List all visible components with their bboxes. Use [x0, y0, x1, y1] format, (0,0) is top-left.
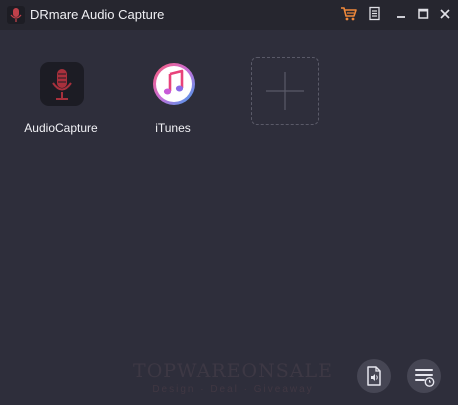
- maximize-icon[interactable]: [414, 5, 432, 23]
- task-list-button[interactable]: [407, 359, 441, 393]
- task-list-icon: [415, 369, 435, 387]
- title-bar: DRmare Audio Capture: [0, 0, 458, 30]
- app-label: iTunes: [155, 121, 191, 135]
- audio-file-button[interactable]: [357, 359, 391, 393]
- app-logo-icon: [7, 6, 25, 24]
- menu-icon[interactable]: [366, 5, 384, 23]
- window-title: DRmare Audio Capture: [30, 7, 165, 22]
- plus-icon: [266, 72, 304, 110]
- minimize-icon[interactable]: [392, 5, 410, 23]
- watermark: TOPWAREONSALE: [133, 360, 333, 382]
- cart-icon[interactable]: [340, 5, 358, 23]
- microphone-icon: [40, 62, 84, 106]
- audio-file-icon: [367, 366, 381, 386]
- watermark-subtitle: Design · Deal · Giveaway: [152, 384, 314, 395]
- app-window: DRmare Audio Capture AudioCapture iTunes…: [0, 0, 458, 405]
- add-app-button[interactable]: [251, 57, 319, 125]
- itunes-icon: [152, 62, 196, 106]
- app-label: AudioCapture: [24, 121, 98, 135]
- close-icon[interactable]: [436, 5, 454, 23]
